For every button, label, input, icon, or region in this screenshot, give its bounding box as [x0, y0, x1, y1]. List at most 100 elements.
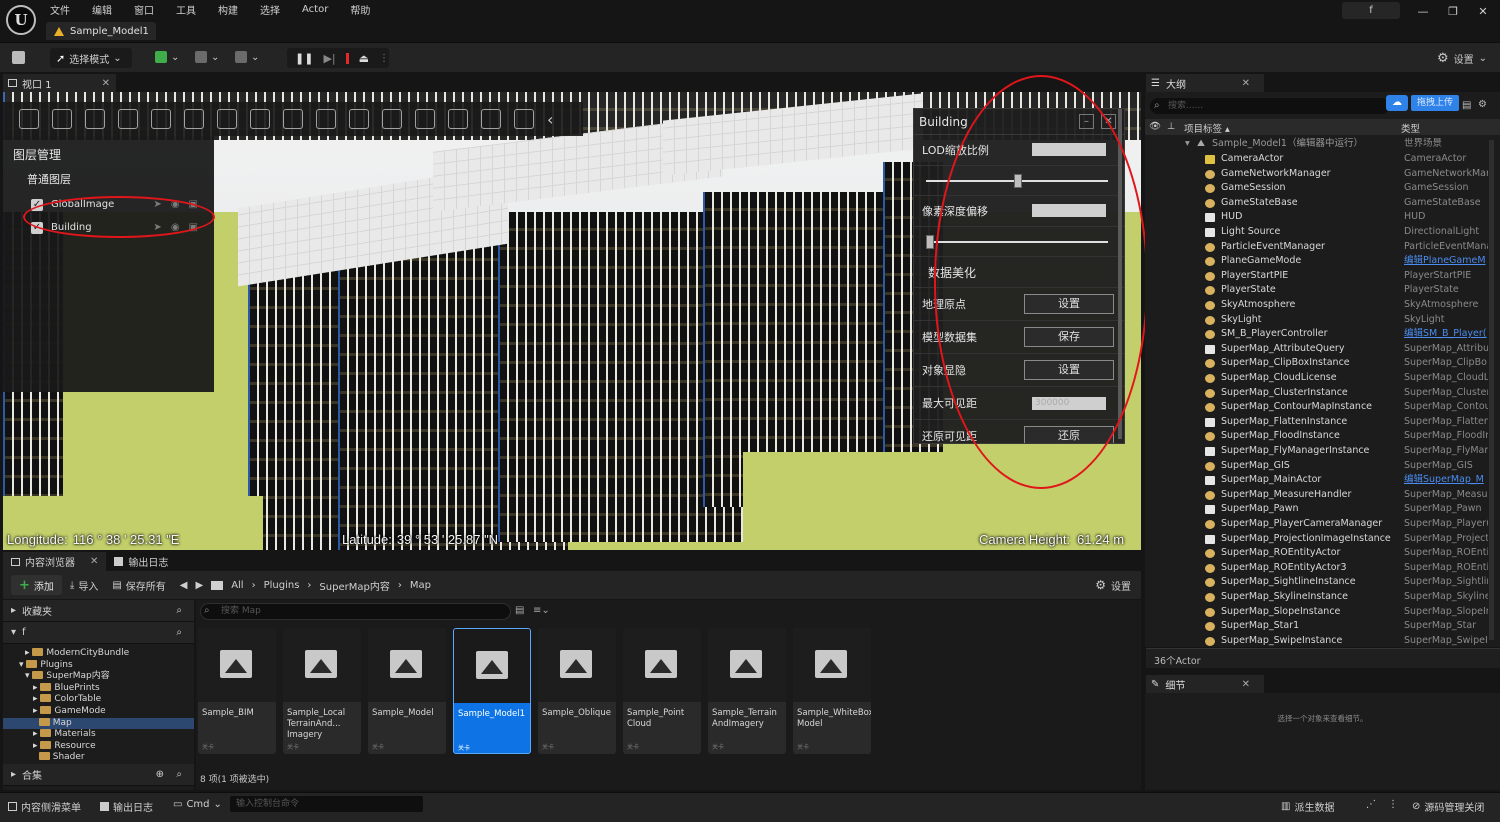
outliner-row[interactable]: SkyAtmosphere SkyAtmosphere [1145, 298, 1488, 313]
menu-build[interactable]: 构建 [218, 2, 238, 17]
console-input[interactable]: 输入控制台命令 [230, 796, 423, 812]
outliner-row[interactable]: SM_B_PlayerController 编辑SM_B_Player( [1145, 327, 1488, 342]
menu-edit[interactable]: 编辑 [92, 2, 112, 17]
stop-icon[interactable] [345, 52, 349, 64]
mountain-icon[interactable] [316, 109, 336, 129]
breadcrumb-map[interactable]: Map [410, 580, 431, 591]
dome-icon[interactable] [481, 109, 501, 129]
more-icon[interactable]: ⋮ [1388, 799, 1398, 810]
asset-tile[interactable]: Sample_Point Cloud 关卡 [623, 628, 701, 754]
breadcrumb-plugins[interactable]: Plugins [264, 580, 300, 591]
asset-tile[interactable]: Sample_WhiteBox Model 关卡 [793, 628, 871, 754]
contour-icon[interactable] [382, 109, 402, 129]
scissors-icon[interactable] [118, 109, 138, 129]
tree-item[interactable]: ▸ ColorTable [3, 694, 194, 706]
settings-button[interactable]: ⚙ 设置 ⌄ [1437, 51, 1487, 66]
breadcrumb-all[interactable]: All [231, 580, 243, 591]
close-icon[interactable]: ✕ [1470, 4, 1496, 20]
import-button[interactable]: ⤓ 导入 [70, 578, 98, 593]
outliner-row[interactable]: PlayerState PlayerState [1145, 283, 1488, 298]
project-tab[interactable]: Sample_Model1 [46, 22, 156, 40]
outliner-row[interactable]: SuperMap_FlyManagerInstance SuperMap_FlyM… [1145, 444, 1488, 459]
outliner-row[interactable]: SuperMap_ROEntityActor3 SuperMap_ROEnti [1145, 561, 1488, 576]
forward-icon[interactable]: ▶ [195, 580, 203, 591]
add-collection-icon[interactable]: ⊕ [156, 769, 164, 780]
list-icon[interactable] [85, 109, 105, 129]
cmd-dropdown[interactable]: ▭ Cmd ⌄ [173, 799, 222, 810]
step-icon[interactable]: ▶| [323, 52, 335, 65]
derived-data-button[interactable]: ▥ 派生数据 [1281, 799, 1334, 814]
outliner-row[interactable]: SuperMap_AttributeQuery SuperMap_Attribu [1145, 342, 1488, 357]
tree-item[interactable]: ▸ ModernCityBundle [3, 648, 194, 660]
tree-item[interactable]: ▸ Materials [3, 729, 194, 741]
outliner-row[interactable]: SuperMap_ClusterInstance SuperMap_Cluster [1145, 386, 1488, 401]
tree-item[interactable]: Shader [3, 752, 194, 764]
outliner-row[interactable]: GameSession GameSession [1145, 181, 1488, 196]
ruler-icon[interactable] [283, 109, 303, 129]
outliner-row[interactable]: SuperMap_FlattenInstance SuperMap_Flatten [1145, 415, 1488, 430]
visibility-eye-icon[interactable]: 👁 [1149, 121, 1161, 132]
menu-select[interactable]: 选择 [260, 2, 280, 17]
actor-type[interactable]: 编辑SuperMap_M [1404, 473, 1488, 488]
outliner-row[interactable]: SuperMap_PlayerCameraManager SuperMap_Pla… [1145, 517, 1488, 532]
outliner-row[interactable]: PlayerStartPIE PlayerStartPIE [1145, 269, 1488, 284]
cinematics-button[interactable]: ⌄ [235, 51, 259, 63]
outliner-row[interactable]: SuperMap_FloodInstance SuperMap_FloodIr [1145, 429, 1488, 444]
gear-icon[interactable]: ⚙ [1478, 99, 1487, 110]
column-label[interactable]: 项目标签 ▴ [1184, 121, 1230, 135]
outliner-row[interactable]: SuperMap_ClipBoxInstance SuperMap_ClipBo: [1145, 356, 1488, 371]
source-control-button[interactable]: ⊘ 源码管理关闭 [1412, 799, 1484, 814]
actor-type[interactable]: 编辑PlaneGameM [1404, 254, 1488, 269]
terrain-icon[interactable] [151, 109, 171, 129]
outliner-row[interactable]: HUD HUD [1145, 210, 1488, 225]
filter-icon[interactable]: ≡⌄ [533, 605, 550, 616]
select-mode-dropdown[interactable]: ➚ 选择模式 ⌄ [50, 48, 132, 68]
close-tab-icon[interactable]: ✕ [1242, 78, 1250, 89]
tree-item[interactable]: ▾ SuperMap内容 [3, 671, 194, 683]
asset-search-input[interactable]: 搜索 Map [200, 603, 511, 620]
minimize-icon[interactable]: — [1410, 4, 1436, 20]
asset-tile[interactable]: Sample_BIM 关卡 [198, 628, 276, 754]
split-view-icon[interactable] [448, 109, 468, 129]
outliner-row[interactable]: SuperMap_Star1 SuperMap_Star [1145, 619, 1488, 634]
outliner-row[interactable]: CameraActor CameraActor [1145, 152, 1488, 167]
close-tab-icon[interactable]: ✕ [90, 556, 98, 567]
outliner-row[interactable]: SuperMap_ProjectionImageInstance SuperMap… [1145, 532, 1488, 547]
breadcrumb-supermap[interactable]: SuperMap内容 [319, 578, 389, 593]
tree-item[interactable]: ▸ BluePrints [3, 682, 194, 695]
menu-help[interactable]: 帮助 [350, 2, 370, 17]
save-all-button[interactable]: ▤ 保存所有 [112, 578, 165, 593]
menu-window[interactable]: 窗口 [134, 2, 154, 17]
outliner-row[interactable]: SuperMap_SightlineInstance SuperMap_Sight… [1145, 575, 1488, 590]
outliner-row[interactable]: ParticleEventManager ParticleEventManag [1145, 240, 1488, 255]
user-name[interactable]: f [1342, 2, 1400, 19]
menu-tools[interactable]: 工具 [176, 2, 196, 17]
add-button[interactable]: + 添加 [11, 575, 62, 595]
upload-widget[interactable]: ☁ 拖拽上传 [1386, 95, 1460, 111]
outliner-row[interactable]: SuperMap_MainActor 编辑SuperMap_M [1145, 473, 1488, 488]
slider-thumb[interactable] [926, 235, 934, 249]
outliner-row[interactable]: SkyLight SkyLight [1145, 313, 1488, 328]
search-icon[interactable]: ⌕ [176, 769, 182, 780]
network-icon[interactable]: ⋰ [1366, 799, 1376, 810]
tab-content-browser[interactable]: 内容浏览器 ✕ [3, 552, 107, 571]
asset-tile[interactable]: Sample_Local TerrainAnd... Imagery 关卡 [283, 628, 361, 754]
root-section[interactable]: ▾ f ⌕ [3, 622, 194, 644]
outliner-row[interactable]: SuperMap_SlopeInstance SuperMap_SlopeIr [1145, 605, 1488, 620]
cb-settings-button[interactable]: ⚙ 设置 [1095, 578, 1131, 593]
blueprint-button[interactable]: ⌄ [195, 51, 219, 63]
outliner-row[interactable]: SuperMap_GIS SuperMap_GIS [1145, 459, 1488, 474]
tree-item[interactable]: ▾ Plugins [3, 659, 194, 672]
folder-icon[interactable] [211, 580, 224, 590]
outliner-row[interactable]: GameNetworkManager GameNetworkMar [1145, 167, 1488, 182]
asset-tile[interactable]: Sample_Model 关卡 [368, 628, 446, 754]
cursor-icon[interactable] [514, 109, 534, 129]
eject-icon[interactable]: ⏏ [359, 52, 369, 65]
save-search-icon[interactable]: ▤ [515, 605, 524, 616]
outliner-row[interactable]: SuperMap_ROEntityActor SuperMap_ROEnti [1145, 546, 1488, 561]
asset-tile-selected[interactable]: Sample_Model1 关卡 [453, 628, 531, 754]
collapse-icon[interactable]: ‹ [547, 110, 553, 129]
pause-icon[interactable]: ❚❚ [295, 52, 313, 65]
collections-section[interactable]: ▸ 合集 ⊕ ⌕ [3, 764, 194, 786]
back-icon[interactable]: ◀ [180, 580, 188, 591]
